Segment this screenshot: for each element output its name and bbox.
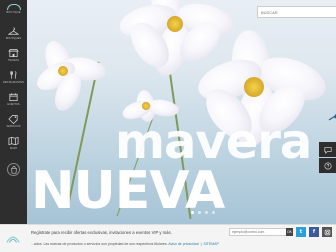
leaf-branch-icon [328, 111, 336, 121]
chat-icon [323, 146, 332, 154]
sidebar-item-label: TIENDAS [7, 58, 20, 62]
privacy-link[interactable]: Aviso de privacidad [168, 242, 198, 246]
facebook-icon[interactable]: f [309, 227, 319, 237]
hero-title-line2: NUEVA [31, 161, 225, 221]
sidebar-shop-button[interactable] [7, 163, 20, 176]
hero-banner[interactable]: mavera NUEVA [27, 0, 336, 224]
store-icon [8, 48, 19, 57]
hanger-icon [8, 26, 19, 35]
fork-knife-icon [10, 70, 17, 79]
slide-dot[interactable] [198, 211, 201, 214]
search-input[interactable] [258, 7, 336, 17]
legal-text: ...ados. Las marcas de productos o servi… [31, 242, 168, 246]
sidebar-item-label: BOUTIQUES [5, 36, 22, 40]
side-chat-button[interactable] [319, 142, 336, 157]
tag-icon [8, 114, 18, 124]
sidebar-item-label: SERVICIOS [6, 124, 21, 128]
newsletter-submit-button[interactable]: OK [286, 228, 293, 236]
sidebar-item-tiendas[interactable]: TIENDAS [0, 44, 27, 65]
sidebar-item-servicios[interactable]: SERVICIOS [0, 110, 27, 131]
sidebar-item-restaurantes[interactable]: RESTAURANTES [0, 66, 27, 87]
slide-dot[interactable] [191, 211, 194, 214]
instagram-icon[interactable] [322, 227, 332, 237]
hero-title-line1: mavera [115, 114, 312, 170]
calendar-icon [9, 92, 18, 101]
slide-dot[interactable] [205, 211, 208, 214]
legal-line: ...ados. Las marcas de productos o servi… [31, 242, 219, 246]
logo-mark-icon [6, 4, 21, 10]
sidebar-logo-text: BOUTIQUE [6, 11, 21, 14]
bag-icon [10, 165, 17, 174]
sidebar-item-label: RESTAURANTES [3, 80, 24, 84]
sidebar-item-label: MAPA [9, 146, 18, 150]
sidebar-item-label: EVENTOS [7, 102, 20, 106]
newsletter-email-input[interactable] [229, 228, 287, 236]
twitter-icon[interactable]: t [296, 227, 306, 237]
search-box [257, 6, 336, 18]
sidebar-item-eventos[interactable]: EVENTOS [0, 88, 27, 109]
logo-icon [6, 236, 20, 243]
side-help-button[interactable] [319, 158, 336, 173]
map-icon [8, 136, 19, 145]
sitemap-link[interactable]: SITEMAP [203, 242, 218, 246]
footer-logo[interactable] [3, 229, 23, 247]
sidebar-item-mapa[interactable]: MAPA [0, 132, 27, 153]
help-icon [323, 161, 332, 170]
footer: Regístrate para recibir ofertas exclusiv… [0, 224, 336, 252]
newsletter-text: Regístrate para recibir ofertas exclusiv… [31, 230, 172, 235]
sidebar-item-boutiques[interactable]: BOUTIQUES [0, 22, 27, 43]
slide-indicators [191, 211, 215, 214]
sidebar: BOUTIQUE BOUTIQUES TIENDAS RESTAURANTES … [0, 0, 27, 224]
sidebar-logo[interactable]: BOUTIQUE [0, 0, 27, 18]
slide-dot[interactable] [212, 211, 215, 214]
